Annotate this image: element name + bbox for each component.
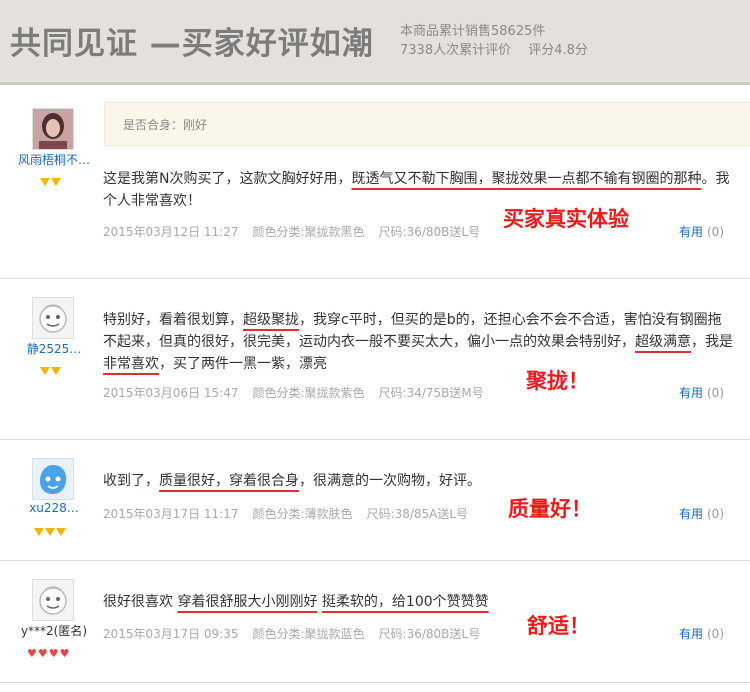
annotation-label: 质量好！ [508,497,592,521]
review-date: 2015年03月17日 11:17 [103,507,239,521]
fit-label: 是否合身：刚好 [123,118,208,132]
review-date: 2015年03月12日 11:27 [103,225,239,239]
useful-vote: 有用 (0) [679,505,724,522]
reviewer-level-badges: ♥♥♥♥ [27,642,71,659]
review-banner: 共同见证 —买家好评如潮 本商品累计销售58625件 7338人次累计评价 评分… [0,0,750,85]
banner-stats: 本商品累计销售58625件 7338人次累计评价 评分4.8分 [400,22,588,60]
useful-count: (0) [707,386,724,400]
review-text: 收到了，质量很好，穿着很合身，很满意的一次购物，好评。 [103,470,735,492]
useful-button[interactable]: 有用 [679,386,703,400]
heart-icon: ♥ [59,647,70,660]
useful-vote: 有用 (0) [679,625,724,642]
review-meta: 2015年03月17日 11:17 颜色分类:薄款肤色 尺码:38/85A送L号 [103,505,482,522]
review-text: 特别好，看着很划算，超级聚拢，我穿c平时，但买的是b的，还担心会不会不合适，害怕… [103,309,735,375]
review-date: 2015年03月17日 09:35 [103,627,239,641]
heart-icon: ♥ [48,647,59,660]
diamond-icon [34,528,44,536]
review-text: 很好很喜欢 穿着很舒服大小刚刚好 挺柔软的，给100个赞赞赞 [103,591,735,613]
highlighted-phrase: 穿着很舒服大小刚刚好 [177,594,318,610]
review-item: y***2(匿名) ♥♥♥♥ 很好很喜欢 穿着很舒服大小刚刚好 挺柔软的，给10… [0,561,750,681]
fit-info-box: 是否合身：刚好 [104,102,750,146]
reviewer-name[interactable]: 静2525… [14,340,94,357]
review-text-part: ，我是 [691,334,733,350]
avatar[interactable] [32,458,74,500]
avatar[interactable] [32,579,74,621]
diamond-icon [56,528,66,536]
avatar[interactable] [32,108,74,150]
review-item: xu228… 收到了，质量很好，穿着很合身，很满意的一次购物，好评。 质量好！ … [0,440,750,560]
reviewer-level-badges [40,171,62,186]
diamond-icon [51,178,61,186]
highlighted-phrase: 质量很好，穿着很合身 [159,473,299,489]
review-meta: 2015年03月06日 15:47 颜色分类:聚拢款紫色 尺码:34/75B送M号 [103,384,498,401]
review-text-part: 收到了， [103,473,159,489]
reviewer-name[interactable]: y***2(匿名) [4,622,104,639]
reviewer-level-badges [34,521,67,536]
useful-count: (0) [707,627,724,641]
default-avatar-icon [33,580,73,620]
review-size: 尺码:36/80B送L号 [378,627,481,641]
review-size: 尺码:34/75B送M号 [378,386,484,400]
reviewer-name[interactable]: xu228… [14,501,94,515]
diamond-icon [40,367,50,375]
review-item: 静2525… 特别好，看着很划算，超级聚拢，我穿c平时，但买的是b的，还担心会不… [0,279,750,439]
annotation-label: 聚拢！ [526,369,589,393]
annotation-label: 买家真实体验 [503,207,629,231]
review-color: 颜色分类:聚拢款蓝色 [252,627,365,641]
useful-button[interactable]: 有用 [679,627,703,641]
heart-icon: ♥ [37,647,48,660]
default-avatar-icon [33,298,73,338]
review-date: 2015年03月06日 15:47 [103,386,239,400]
blue-mascot-avatar-icon [33,459,73,499]
review-item: 风雨梧桐不… 是否合身：刚好 这是我第N次购买了，这款文胸好好用，既透气又不勒下… [0,90,750,278]
review-meta: 2015年03月17日 09:35 颜色分类:聚拢款蓝色 尺码:36/80B送L号 [103,625,494,642]
useful-vote: 有用 (0) [679,384,724,401]
useful-button[interactable]: 有用 [679,507,703,521]
diamond-icon [51,367,61,375]
review-color: 颜色分类:薄款肤色 [252,507,353,521]
useful-button[interactable]: 有用 [679,225,703,239]
diamond-icon [40,178,50,186]
useful-count: (0) [707,507,724,521]
review-text: 这是我第N次购买了，这款文胸好好用，既透气又不勒下胸围，聚拢效果一点都不输有钢圈… [103,168,735,212]
highlighted-phrase: 超级满意 [635,334,691,350]
rating-summary: 7338人次累计评价 评分4.8分 [400,43,588,58]
annotation-label: 舒适！ [527,614,590,638]
review-text-part: ，很满意的一次购物，好评。 [299,473,481,489]
review-text-part: ，买了两件一黑一紫，漂亮 [159,356,327,372]
heart-icon: ♥ [27,647,37,660]
reviewer-level-badges [40,360,62,375]
useful-vote: 有用 (0) [679,223,724,240]
sales-count: 本商品累计销售58625件 [400,24,546,39]
review-size: 尺码:38/85A送L号 [366,507,469,521]
user-photo-icon [33,109,73,149]
highlighted-phrase: 超级聚拢 [243,312,299,328]
review-text-part: 特别好，看着很划算， [103,312,243,328]
banner-title: 共同见证 —买家好评如潮 [10,26,374,62]
avatar[interactable] [32,297,74,339]
diamond-icon [45,528,55,536]
review-text-part: 这是我第N次购买了，这款文胸好好用， [103,171,352,187]
useful-count: (0) [707,225,724,239]
review-color: 颜色分类:聚拢款紫色 [252,386,365,400]
review-color: 颜色分类:聚拢款黑色 [252,225,365,239]
highlighted-phrase: 非常喜欢 [103,356,159,372]
review-text-part: 很好很喜欢 [103,594,178,610]
review-size: 尺码:36/80B送L号 [378,225,481,239]
highlighted-phrase: 既透气又不勒下胸围，聚拢效果一点都不输有钢圈的那种 [351,171,702,187]
review-divider [0,682,750,683]
highlighted-phrase: 挺柔软的，给100个赞赞赞 [321,594,489,610]
review-meta: 2015年03月12日 11:27 颜色分类:聚拢款黑色 尺码:36/80B送L号 [103,223,494,240]
reviewer-name[interactable]: 风雨梧桐不… [14,151,94,168]
